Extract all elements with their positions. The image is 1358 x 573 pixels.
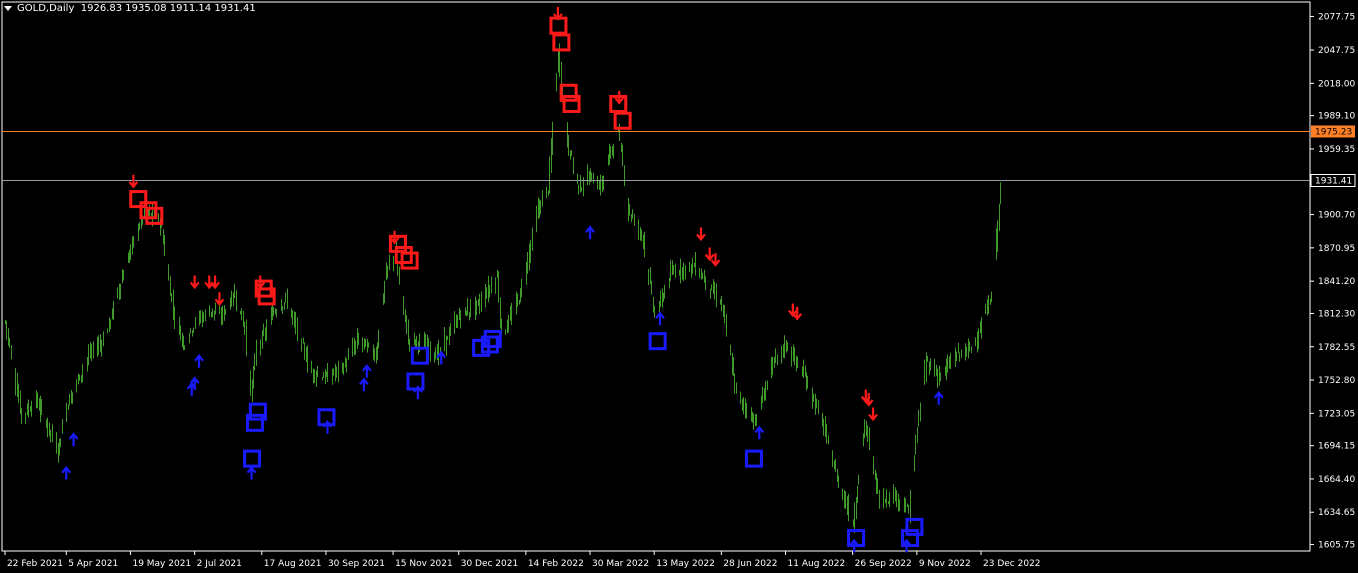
x-tick-label: 26 Sep 2022	[855, 559, 912, 569]
buy-signal-box	[243, 449, 262, 468]
x-tick-label: 2 Jul 2021	[197, 559, 242, 569]
x-tick-label: 15 Nov 2021	[395, 559, 453, 569]
sell-arrow-icon	[214, 292, 225, 307]
buy-signal-box	[406, 372, 425, 391]
y-tick-label: 2077.75	[1318, 12, 1355, 22]
x-tick-label: 11 Aug 2022	[788, 559, 846, 569]
y-tick-label: 1752.80	[1318, 376, 1355, 386]
buy-arrow-icon	[413, 385, 423, 400]
buy-arrow-icon	[246, 465, 257, 480]
sell-arrow-icon	[210, 275, 220, 290]
buy-arrow-icon	[61, 465, 72, 480]
buy-signal-box	[905, 517, 924, 536]
x-tick-label: 9 Nov 2022	[919, 559, 971, 569]
buy-arrow-icon	[655, 311, 665, 326]
y-tick-label: 1841.20	[1318, 277, 1355, 287]
buy-arrow-icon	[322, 420, 333, 434]
sell-signal-box	[552, 33, 571, 52]
buy-arrow-icon	[933, 390, 944, 405]
x-tick-label: 22 Feb 2021	[7, 559, 63, 569]
y-tick-label: 2047.75	[1318, 46, 1355, 56]
x-tick-label: 30 Dec 2021	[461, 559, 519, 569]
sell-arrow-icon	[696, 227, 706, 242]
y-tick-label: 1634.65	[1318, 508, 1355, 518]
plot-frame	[1, 1, 1311, 552]
sell-arrow-icon	[189, 275, 200, 290]
level-label: 1975.23	[1315, 128, 1352, 138]
buy-arrow-icon	[68, 432, 79, 447]
sell-arrow-icon	[704, 247, 715, 262]
sell-arrow-icon	[553, 6, 563, 21]
signal-markers	[61, 6, 944, 553]
x-tick-label: 13 May 2022	[656, 559, 715, 569]
sell-arrow-icon	[868, 407, 878, 422]
sell-arrow-icon	[204, 275, 215, 290]
x-tick-label: 19 May 2021	[132, 559, 191, 569]
x-tick-label: 30 Sep 2021	[328, 559, 385, 569]
sell-signal-box	[400, 251, 419, 270]
y-tick-label: 1605.75	[1318, 541, 1355, 551]
sell-signal-box	[613, 111, 632, 130]
y-tick-label: 1694.15	[1318, 442, 1355, 452]
price-chart[interactable]: 2077.75 2047.75 2018.00 1989.10 1959.35 1900.…	[0, 0, 1358, 573]
buy-signal-box	[648, 332, 667, 351]
y-tick-label: 1900.70	[1318, 211, 1355, 221]
x-tick-label: 23 Dec 2022	[983, 559, 1040, 569]
y-tick-label: 1782.55	[1318, 343, 1355, 353]
y-tick-label: 1959.35	[1318, 145, 1355, 155]
buy-signal-box	[744, 449, 763, 468]
y-tick-label: 1723.05	[1318, 409, 1355, 419]
sell-arrow-icon	[787, 303, 798, 318]
x-tick-label: 30 Mar 2022	[592, 559, 649, 569]
sell-signal-box	[129, 190, 148, 209]
buy-arrow-icon	[194, 354, 204, 368]
y-tick-label: 1989.10	[1318, 112, 1355, 122]
sell-signal-box	[549, 16, 568, 35]
x-tick-label: 28 Jun 2022	[723, 559, 777, 569]
x-tick-label: 17 Aug 2021	[264, 559, 322, 569]
sell-signal-box	[394, 246, 413, 265]
buy-arrow-icon	[754, 425, 765, 440]
x-tick-label: 14 Feb 2022	[528, 559, 584, 569]
x-tick-label: 5 Apr 2021	[68, 559, 118, 569]
buy-arrow-icon	[359, 377, 369, 392]
level-label: 1931.41	[1315, 177, 1352, 187]
buy-arrow-icon	[361, 364, 372, 378]
ohlc-bars	[5, 43, 1001, 533]
y-tick-label: 2018.00	[1318, 79, 1355, 89]
y-tick-label: 1812.30	[1318, 309, 1355, 319]
buy-arrow-icon	[585, 225, 595, 240]
y-tick-label: 1870.95	[1318, 244, 1355, 254]
y-tick-label: 1664.40	[1318, 475, 1355, 485]
